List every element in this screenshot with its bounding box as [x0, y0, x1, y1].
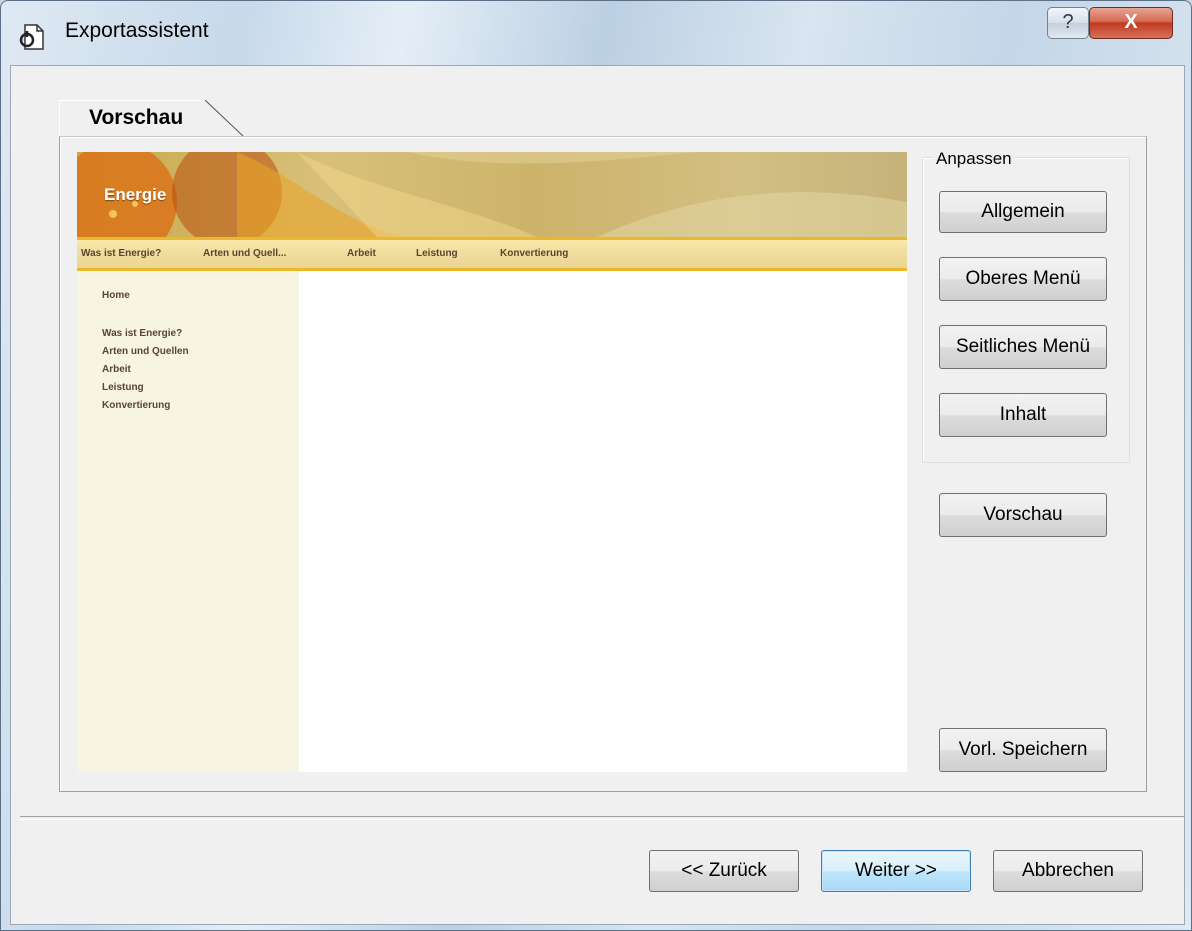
tab-border-left [59, 100, 60, 138]
footer-separator [20, 816, 1184, 820]
preview-top-nav-item: Arten und Quell... [203, 248, 287, 259]
preview-side-nav-item: Leistung [102, 382, 144, 393]
preview-top-nav-item: Leistung [416, 248, 458, 259]
back-button[interactable]: << Zurück [649, 850, 799, 892]
export-document-icon [19, 24, 44, 50]
preview-top-nav-item: Was ist Energie? [81, 248, 162, 259]
side-menu-button[interactable]: Seitliches Menü [939, 325, 1107, 369]
close-button[interactable]: X [1089, 7, 1173, 39]
banner-graphic [77, 152, 907, 237]
preview-side-nav-item: Konvertierung [102, 400, 171, 411]
content-button[interactable]: Inhalt [939, 393, 1107, 437]
next-button[interactable]: Weiter >> [821, 850, 971, 892]
preview-banner: Energie [77, 152, 907, 237]
preview-button[interactable]: Vorschau [939, 493, 1107, 537]
export-wizard-window: Exportassistent ? X Vorschau Energie Was… [0, 0, 1192, 931]
website-preview: Energie Was ist Energie? Arten und Quell… [77, 152, 907, 772]
help-button[interactable]: ? [1047, 7, 1089, 39]
preview-side-nav: Home Was ist Energie? Arten und Quellen … [77, 271, 299, 772]
tab-border-diagonal [205, 100, 244, 137]
tab-border-top [59, 100, 205, 101]
preview-top-nav: Was ist Energie? Arten und Quell... Arbe… [77, 237, 907, 271]
window-title: Exportassistent [65, 19, 209, 42]
dialog-client-area: Vorschau Energie Was ist Energie? Arten … [10, 65, 1185, 925]
save-template-button[interactable]: Vorl. Speichern [939, 728, 1107, 772]
customize-group-title: Anpassen [933, 149, 1015, 169]
general-button[interactable]: Allgemein [939, 191, 1107, 233]
preview-side-nav-home: Home [102, 290, 130, 301]
top-menu-button[interactable]: Oberes Menü [939, 257, 1107, 301]
tab-panel: Energie Was ist Energie? Arten und Quell… [59, 136, 1147, 792]
tab-vorschau-label: Vorschau [89, 106, 184, 129]
preview-top-nav-item: Arbeit [347, 248, 376, 259]
preview-top-nav-item: Konvertierung [500, 248, 569, 259]
cancel-button[interactable]: Abbrechen [993, 850, 1143, 892]
preview-site-title: Energie [104, 185, 167, 204]
preview-side-nav-item: Was ist Energie? [102, 328, 183, 339]
preview-side-nav-item: Arten und Quellen [102, 346, 189, 357]
title-bar[interactable]: Exportassistent ? X [1, 1, 1191, 65]
preview-side-nav-item: Arbeit [102, 364, 131, 375]
